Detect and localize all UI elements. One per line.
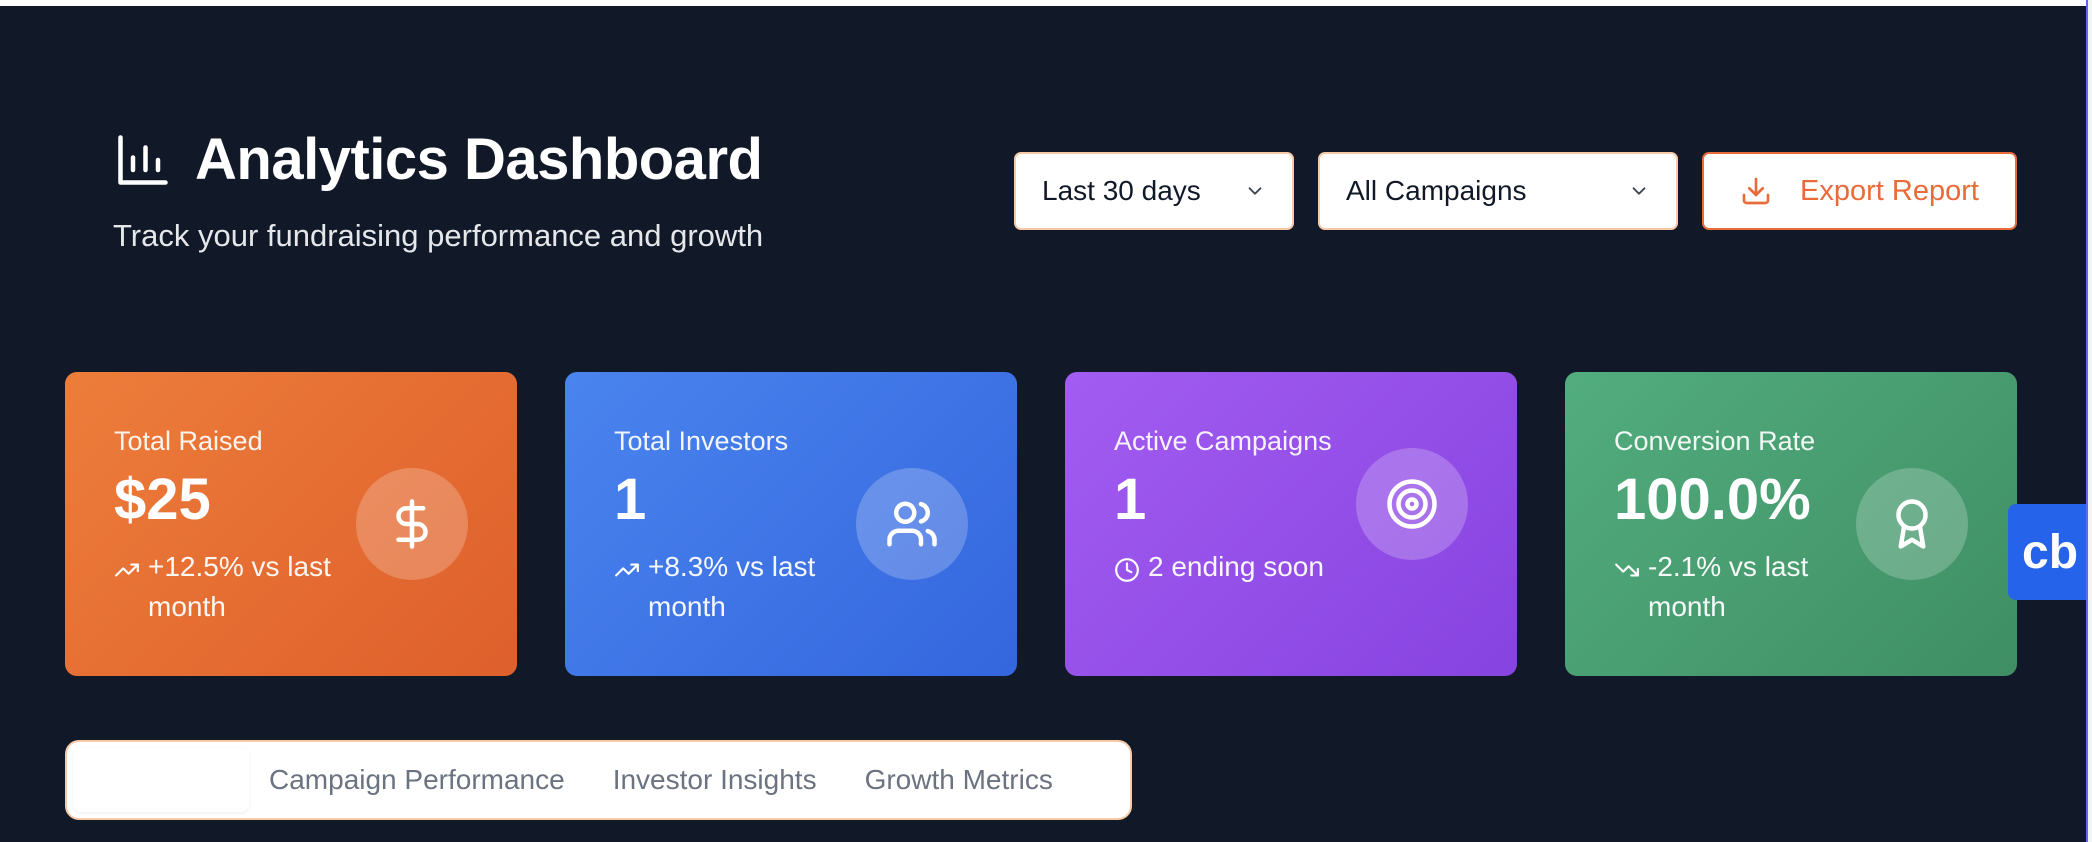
- tab-bar: Campaign Performance Investor Insights G…: [65, 740, 1132, 820]
- export-report-label: Export Report: [1800, 174, 1979, 207]
- trending-down-icon: [1615, 563, 1639, 577]
- campaign-value: All Campaigns: [1346, 175, 1527, 206]
- stat-trend: +12.5% vs last month: [114, 547, 364, 627]
- tab-growth-metrics[interactable]: Growth Metrics: [865, 764, 1053, 796]
- tab-investor-insights[interactable]: Investor Insights: [613, 764, 817, 796]
- stat-trend: 2 ending soon: [1114, 547, 1364, 587]
- bar-chart-icon: [118, 134, 168, 185]
- dollar-icon: [396, 499, 428, 549]
- stat-icon-container: [1356, 448, 1468, 560]
- stat-icon-container: [1856, 468, 1968, 580]
- users-icon: [887, 501, 937, 547]
- tab-campaign-performance[interactable]: Campaign Performance: [269, 764, 565, 796]
- stat-value: 100.0%: [1614, 467, 1811, 532]
- stat-label: Total Raised: [114, 426, 263, 456]
- chevron-down-icon: [1632, 187, 1646, 195]
- cb-widget-button[interactable]: cb: [2008, 504, 2092, 600]
- campaign-select[interactable]: All Campaigns: [1318, 152, 1678, 230]
- trending-up-icon: [615, 563, 639, 577]
- stat-value: 1: [614, 467, 647, 532]
- window-edge: [2086, 0, 2092, 842]
- export-report-button[interactable]: Export Report: [1702, 152, 2017, 230]
- date-range-select[interactable]: Last 30 days: [1014, 152, 1294, 230]
- trending-up-icon: [115, 563, 139, 577]
- stat-card-total-investors: Total Investors 1 +8.3% vs last month: [565, 372, 1017, 676]
- chevron-down-icon: [1248, 187, 1262, 195]
- stat-trend: +8.3% vs last month: [614, 547, 864, 627]
- stat-label: Total Investors: [614, 426, 789, 456]
- page-header: Analytics Dashboard: [113, 126, 763, 193]
- target-icon: [1387, 479, 1437, 529]
- stat-trend-text: -2.1% vs last month: [1648, 551, 1809, 622]
- stat-label: Conversion Rate: [1614, 426, 1816, 456]
- download-icon: [1742, 177, 1770, 205]
- stat-trend: -2.1% vs last month: [1614, 547, 1864, 627]
- stat-card-active-campaigns: Active Campaigns 1 2 ending soon: [1065, 372, 1517, 676]
- dashboard-page: Analytics Dashboard Track your fundraisi…: [0, 6, 2092, 842]
- stat-card-conversion-rate: Conversion Rate 100.0% -2.1% vs last mon…: [1565, 372, 2017, 676]
- cb-widget-label: cb: [2022, 525, 2079, 579]
- page-title: Analytics Dashboard: [195, 127, 763, 192]
- stat-card-total-raised: Total Raised $25 +12.5% vs last month: [65, 372, 517, 676]
- stat-trend-text: 2 ending soon: [1148, 551, 1324, 582]
- tab-overview[interactable]: [73, 748, 249, 812]
- stat-icon-container: [856, 468, 968, 580]
- stat-trend-text: +8.3% vs last month: [648, 551, 816, 622]
- award-icon: [1896, 499, 1928, 549]
- stat-value: 1: [1114, 467, 1147, 532]
- stat-value: $25: [114, 467, 211, 532]
- page-subtitle: Track your fundraising performance and g…: [113, 218, 764, 253]
- stat-trend-text: +12.5% vs last month: [148, 551, 331, 622]
- clock-icon: [1115, 558, 1139, 582]
- stat-icon-container: [356, 468, 468, 580]
- stat-label: Active Campaigns: [1114, 426, 1332, 456]
- date-range-value: Last 30 days: [1042, 175, 1201, 206]
